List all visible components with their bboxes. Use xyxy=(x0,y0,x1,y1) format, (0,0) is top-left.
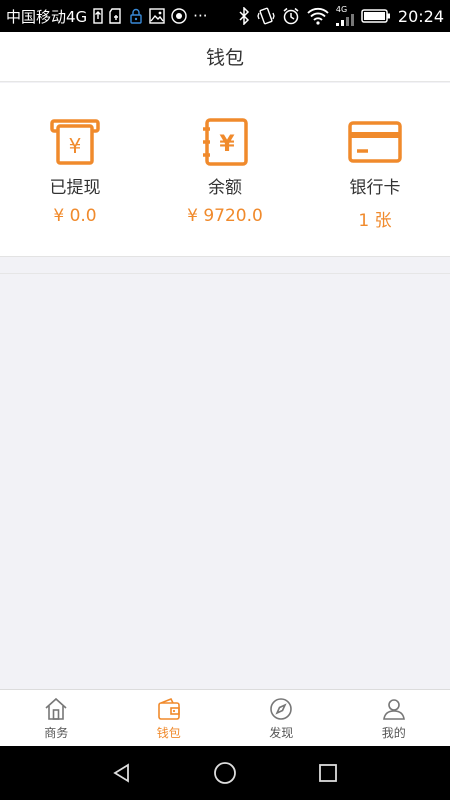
compass-icon xyxy=(268,696,294,722)
wallet-icon xyxy=(156,696,182,722)
withdraw-icon: ¥ xyxy=(48,117,102,167)
tab-label: 钱包 xyxy=(156,725,181,740)
home-circle-icon xyxy=(214,762,236,784)
page-title: 钱包 xyxy=(205,47,244,69)
vibrate-icon xyxy=(257,7,275,25)
wallet-item-value: ¥ 9720.0 xyxy=(187,206,263,226)
back-button[interactable] xyxy=(102,753,142,793)
balance-icon: ¥ xyxy=(198,117,252,167)
section-divider xyxy=(0,258,450,274)
clock: 20:24 xyxy=(397,6,444,26)
system-navigation-bar xyxy=(0,746,450,800)
wallet-item-balance[interactable]: ¥ 余额 ¥ 9720.0 xyxy=(150,83,300,256)
home-icon xyxy=(43,696,69,722)
cellular-signal-icon: 4G xyxy=(335,5,354,26)
wallet-item-value: 1 张 xyxy=(358,211,392,231)
lock-icon xyxy=(129,8,143,24)
title-bar: 钱包 xyxy=(0,32,450,82)
wallet-item-bank-card[interactable]: 银行卡 1 张 xyxy=(300,83,450,256)
tab-wallet[interactable]: 钱包 xyxy=(113,690,226,746)
bottom-tab-bar: 商务 钱包 发现 我的 xyxy=(0,689,450,746)
bank-card-icon xyxy=(348,117,402,167)
more-notifications-indicator: ··· xyxy=(193,7,208,25)
carrier-label: 中国移动4G xyxy=(6,7,88,26)
tab-discover[interactable]: 发现 xyxy=(225,690,338,746)
sd-card-icon xyxy=(109,8,123,24)
wallet-item-withdrawn[interactable]: ¥ 已提现 ¥ 0.0 xyxy=(0,83,150,256)
wallet-summary: ¥ 已提现 ¥ 0.0 ¥ 余额 ¥ 9720.0 银行卡 1 张 xyxy=(0,83,450,257)
image-icon xyxy=(149,8,165,24)
svg-text:¥: ¥ xyxy=(69,134,82,158)
tab-mine[interactable]: 我的 xyxy=(338,690,450,746)
wallet-item-value: ¥ 0.0 xyxy=(53,206,97,226)
bluetooth-icon xyxy=(238,7,250,25)
svg-text:¥: ¥ xyxy=(219,132,235,157)
tab-label: 商务 xyxy=(44,725,69,740)
alarm-icon xyxy=(282,7,300,25)
tab-label: 发现 xyxy=(269,725,294,740)
wallet-item-label: 余额 xyxy=(208,178,242,198)
back-triangle-icon xyxy=(112,763,129,783)
wallet-item-label: 已提现 xyxy=(49,178,101,198)
upload-icon xyxy=(93,8,103,24)
app-notification-icon xyxy=(171,8,187,24)
recents-square-icon xyxy=(319,764,338,782)
wallet-item-label: 银行卡 xyxy=(349,178,401,198)
home-button[interactable] xyxy=(205,753,245,793)
tab-business[interactable]: 商务 xyxy=(0,690,113,746)
status-bar: 中国移动4G ··· 4G 20:24 xyxy=(0,0,450,32)
recents-button[interactable] xyxy=(308,753,348,793)
tab-label: 我的 xyxy=(381,725,406,740)
wifi-icon xyxy=(307,7,329,25)
network-type-label: 4G xyxy=(335,5,348,14)
battery-icon xyxy=(361,8,391,24)
user-icon xyxy=(381,696,407,722)
